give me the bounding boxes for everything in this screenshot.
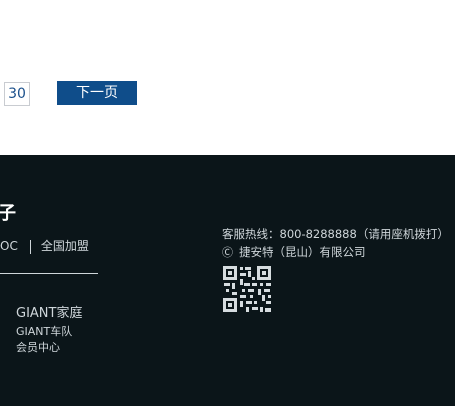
footer-link-separator	[29, 239, 31, 254]
copyright-icon: Ⓒ	[222, 246, 233, 259]
qr-code-icon	[222, 265, 272, 313]
next-page-button[interactable]: 下一页	[57, 81, 137, 105]
giant-family-link[interactable]: GIANT家庭	[16, 302, 82, 321]
footer-link-franchise[interactable]: 全国加盟	[41, 237, 89, 254]
company-line: Ⓒ 捷安特（昆山）有限公司	[222, 243, 449, 262]
footer-divider	[0, 273, 98, 274]
footer-links-row: OC 全国加盟	[0, 237, 89, 254]
footer-heading: 子	[0, 203, 16, 224]
company-name: 捷安特（昆山）有限公司	[239, 245, 366, 259]
site-footer: 子 OC 全国加盟 GIANT家庭 GIANT车队 会员中心 客服热线：800-8…	[0, 155, 455, 406]
hotline-text: 客服热线：800-8288888（请用座机拨打）	[222, 227, 449, 241]
giant-links: GIANT家庭 GIANT车队 会员中心	[16, 302, 82, 356]
content-area: 30 下一页	[0, 0, 455, 155]
giant-team-link[interactable]: GIANT车队	[16, 324, 82, 340]
page-number-input[interactable]: 30	[4, 82, 30, 106]
footer-link-oc[interactable]: OC	[0, 239, 18, 253]
contact-info: 客服热线：800-8288888（请用座机拨打） Ⓒ 捷安特（昆山）有限公司	[222, 225, 449, 262]
member-center-link[interactable]: 会员中心	[16, 340, 82, 356]
